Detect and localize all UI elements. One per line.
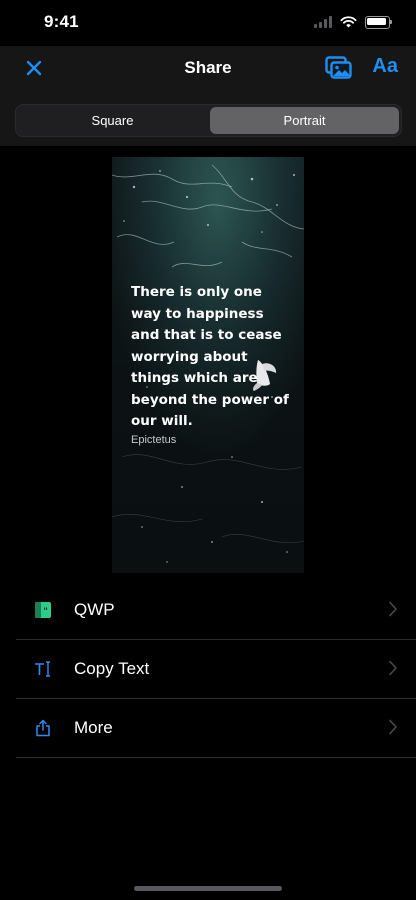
svg-text:": " (43, 607, 48, 617)
share-icon (33, 718, 53, 738)
gallery-icon (325, 56, 352, 79)
quote-preview: There is only one way to happiness and t… (112, 157, 304, 573)
share-options-list: " QWP Copy Text More (16, 581, 416, 758)
cellular-signal-icon (314, 16, 332, 28)
chevron-right-icon (389, 719, 397, 735)
share-option-copy-text[interactable]: Copy Text (16, 640, 416, 699)
chevron-right-icon (389, 601, 397, 617)
segment-portrait[interactable]: Portrait (210, 107, 399, 134)
share-option-more[interactable]: More (16, 699, 416, 758)
share-option-qwp[interactable]: " QWP (16, 581, 416, 640)
segmented-control: Square Portrait (15, 104, 402, 137)
text-cursor-icon (33, 659, 53, 679)
home-indicator[interactable] (134, 886, 282, 891)
status-indicators (314, 14, 392, 30)
share-option-label: Copy Text (74, 659, 150, 678)
segment-square[interactable]: Square (18, 107, 207, 134)
font-button[interactable]: Aa (372, 55, 398, 78)
battery-icon (365, 15, 392, 29)
status-time: 9:41 (44, 12, 79, 31)
share-option-label: QWP (74, 600, 115, 619)
quote-author: Epictetus (131, 434, 177, 446)
qwp-app-icon: " (33, 600, 53, 620)
background-picker-button[interactable] (324, 54, 354, 82)
status-bar: 9:41 (0, 0, 416, 46)
nav-bar: Share Aa (0, 46, 416, 90)
chevron-right-icon (389, 660, 397, 676)
share-option-label: More (74, 718, 113, 737)
wifi-icon (340, 16, 357, 28)
share-screen: 9:41 Share Aa Square Portrait There is o… (0, 0, 416, 900)
format-selector: Square Portrait (0, 90, 416, 146)
quote-text: There is only one way to happiness and t… (131, 284, 289, 429)
